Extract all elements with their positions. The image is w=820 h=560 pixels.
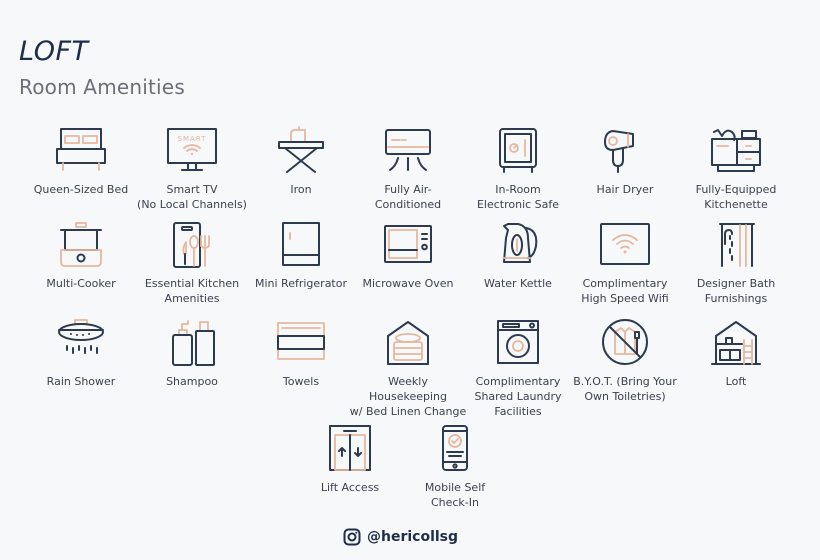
amenity-label: Mobile Self Check-In xyxy=(424,481,486,509)
bed-icon xyxy=(56,128,106,171)
amenity-label: Complimentary High Speed Wifi xyxy=(581,277,669,305)
amenity-label: Essential Kitchen Amenities xyxy=(144,277,240,305)
amenity-multi-cooker: Multi-Cooker xyxy=(21,220,141,291)
amenity-label: Microwave Oven xyxy=(362,277,454,290)
amenity-label: Complimentary Shared Laundry Facilities xyxy=(474,375,562,418)
lift-icon xyxy=(329,425,371,471)
amenity-byot: B.Y.O.T. (Bring Your Own Toiletries) xyxy=(565,318,685,404)
wifi-icon xyxy=(600,223,650,265)
amenity-hair-dryer: Hair Dryer xyxy=(565,126,685,197)
amenity-mini-fridge: Mini Refrigerator xyxy=(241,220,361,291)
amenity-label: Designer Bath Furnishings xyxy=(696,277,776,305)
amenity-loft: Loft xyxy=(676,318,796,389)
instagram-handle[interactable]: @hericollsg xyxy=(367,529,458,545)
page-subtitle: Room Amenities xyxy=(19,75,185,99)
amenity-iron: Iron xyxy=(241,126,361,197)
hair-dryer-icon xyxy=(604,130,634,173)
amenity-label: Lift Access xyxy=(320,481,380,494)
iron-icon xyxy=(278,126,324,173)
amenity-shampoo: Shampoo xyxy=(132,318,252,389)
amenity-label: Smart TV (No Local Channels) xyxy=(137,183,247,211)
amenity-safe: In-Room Electronic Safe xyxy=(458,126,578,212)
air-conditioner-icon xyxy=(385,129,431,171)
kitchen-utensils-icon xyxy=(173,222,210,268)
amenity-label: Queen-Sized Bed xyxy=(33,183,129,196)
washing-machine-icon xyxy=(497,320,539,364)
amenity-label: Mini Refrigerator xyxy=(254,277,348,290)
amenity-rain-shower: Rain Shower xyxy=(21,318,141,389)
microwave-icon xyxy=(384,225,432,263)
multi-cooker-icon xyxy=(60,222,102,267)
kitchenette-icon xyxy=(711,129,761,172)
amenity-bath-furnishings: Designer Bath Furnishings xyxy=(676,220,796,306)
amenity-label: Multi-Cooker xyxy=(46,277,116,290)
amenity-label: Towels xyxy=(282,375,320,388)
instagram-icon xyxy=(343,528,361,546)
amenity-label: Hair Dryer xyxy=(596,183,654,196)
safe-icon xyxy=(499,128,537,173)
amenity-kitchen-utensils: Essential Kitchen Amenities xyxy=(132,220,252,306)
amenity-label: Loft xyxy=(725,375,747,388)
amenity-air-conditioned: Fully Air- Conditioned xyxy=(348,126,468,212)
amenity-smart-tv: SMART Smart TV (No Local Channels) xyxy=(132,126,252,212)
mini-fridge-icon xyxy=(282,222,320,266)
amenity-towels: Towels xyxy=(241,318,361,389)
amenity-queen-bed: Queen-Sized Bed xyxy=(21,126,141,197)
bath-shower-icon xyxy=(719,223,755,267)
amenity-label: Rain Shower xyxy=(46,375,116,388)
social-handle[interactable]: @hericollsg xyxy=(343,528,458,546)
rain-shower-icon xyxy=(58,319,104,354)
kettle-icon xyxy=(503,223,538,263)
housekeeping-icon xyxy=(387,321,429,365)
shampoo-icon xyxy=(172,320,215,366)
amenity-label: Fully Air- Conditioned xyxy=(374,183,442,211)
amenity-label: Fully-Equipped Kitchenette xyxy=(695,183,777,211)
amenity-label: In-Room Electronic Safe xyxy=(476,183,560,211)
amenity-label: B.Y.O.T. (Bring Your Own Toiletries) xyxy=(573,375,677,403)
loft-house-icon xyxy=(711,321,761,365)
tv-screen-text: SMART xyxy=(178,135,207,143)
amenity-label: Shampoo xyxy=(166,375,218,388)
amenity-laundry: Complimentary Shared Laundry Facilities xyxy=(458,318,578,419)
amenity-lift: Lift Access xyxy=(290,424,410,495)
mobile-checkin-icon xyxy=(442,425,468,471)
amenity-microwave: Microwave Oven xyxy=(348,220,468,291)
amenity-mobile-checkin: Mobile Self Check-In xyxy=(395,424,515,510)
towels-icon xyxy=(277,322,325,360)
amenity-label: Iron xyxy=(290,183,312,196)
no-toiletries-icon xyxy=(602,319,648,365)
amenity-label: Weekly Housekeeping w/ Bed Linen Change xyxy=(349,375,467,418)
page-title: LOFT xyxy=(19,36,89,67)
amenity-label: Water Kettle xyxy=(484,277,552,290)
smart-tv-icon: SMART xyxy=(167,128,217,171)
amenity-wifi: Complimentary High Speed Wifi xyxy=(565,220,685,306)
amenity-kettle: Water Kettle xyxy=(458,220,578,291)
amenity-kitchenette: Fully-Equipped Kitchenette xyxy=(676,126,796,212)
amenity-housekeeping: Weekly Housekeeping w/ Bed Linen Change xyxy=(348,318,468,419)
